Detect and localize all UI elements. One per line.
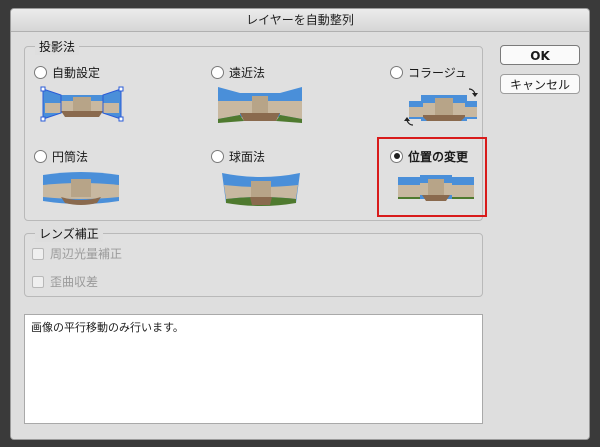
radio-spherical[interactable] xyxy=(211,149,224,163)
vignette-label: 周辺光量補正 xyxy=(50,247,123,261)
option-perspective[interactable]: 遠近法 xyxy=(211,64,265,80)
option-collage-label: コラージュ xyxy=(408,65,467,80)
radio-collage[interactable] xyxy=(390,65,403,79)
thumb-auto[interactable] xyxy=(39,85,125,123)
option-cylindrical[interactable]: 円筒法 xyxy=(34,148,88,164)
option-perspective-label: 遠近法 xyxy=(229,65,266,80)
thumb-perspective-image xyxy=(218,87,302,123)
option-auto-label: 自動設定 xyxy=(52,65,101,80)
thumb-spherical-image xyxy=(222,173,300,206)
option-spherical-label: 球面法 xyxy=(229,149,266,164)
distortion-checkbox[interactable] xyxy=(32,275,44,288)
vignette-checkbox[interactable] xyxy=(32,247,44,260)
radio-auto[interactable] xyxy=(34,65,47,79)
thumb-collage[interactable] xyxy=(403,85,479,129)
option-cylindrical-label: 円筒法 xyxy=(52,149,89,164)
thumb-spherical[interactable] xyxy=(220,169,302,209)
distortion-label: 歪曲収差 xyxy=(50,275,99,289)
thumb-perspective[interactable] xyxy=(218,85,302,125)
thumb-collage-image xyxy=(404,88,478,126)
lens-legend: レンズ補正 xyxy=(35,225,103,242)
description-box: 画像の平行移動のみ行います。 xyxy=(24,314,483,424)
dialog-title: レイヤーを自動整列 xyxy=(11,9,589,32)
vignette-option[interactable]: 周辺光量補正 xyxy=(32,245,122,262)
radio-cylindrical[interactable] xyxy=(34,149,47,163)
distortion-option[interactable]: 歪曲収差 xyxy=(32,273,98,290)
option-spherical[interactable]: 球面法 xyxy=(211,148,265,164)
projection-legend: 投影法 xyxy=(35,38,80,55)
thumb-reposition[interactable] xyxy=(396,171,476,203)
option-auto[interactable]: 自動設定 xyxy=(34,64,100,80)
dialog-window: レイヤーを自動整列 投影法 自動設定 遠近法 コラージュ 円筒法 球面法 位置の… xyxy=(10,8,590,440)
option-collage[interactable]: コラージュ xyxy=(390,64,467,80)
ok-button[interactable]: OK xyxy=(500,45,580,65)
thumb-cylindrical[interactable] xyxy=(41,169,121,207)
thumb-cylindrical-image xyxy=(43,172,119,205)
thumb-reposition-image xyxy=(398,175,474,201)
cancel-button[interactable]: キャンセル xyxy=(500,74,580,94)
thumb-auto-image xyxy=(40,86,124,122)
radio-perspective[interactable] xyxy=(211,65,224,79)
